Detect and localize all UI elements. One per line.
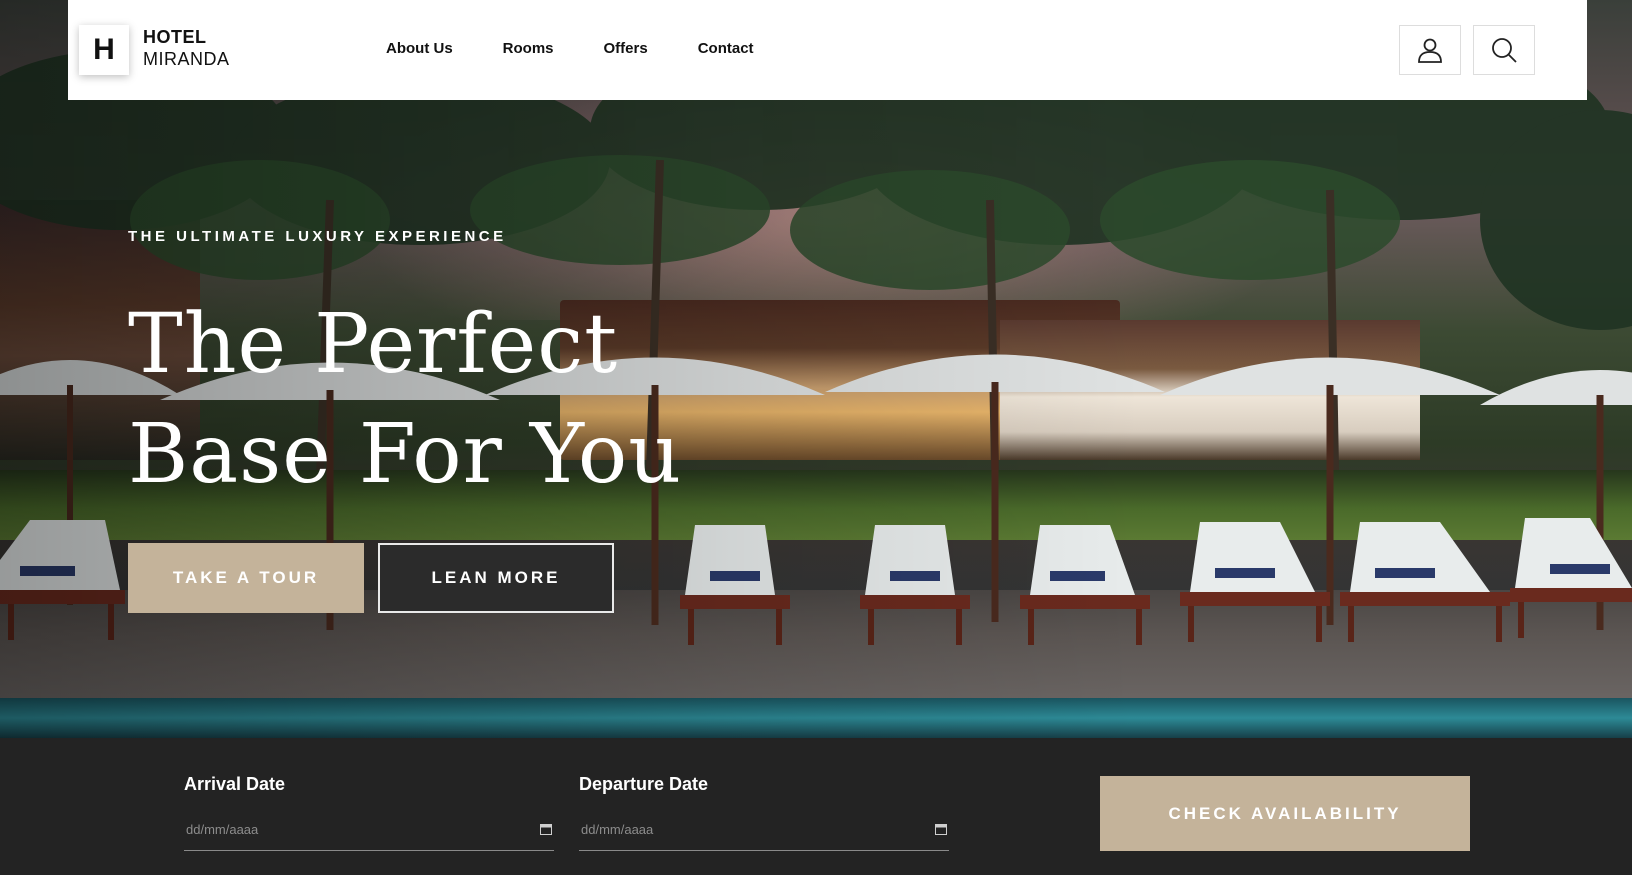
- nav-contact[interactable]: Contact: [698, 40, 754, 57]
- headline-line-2: Base For You: [128, 407, 683, 502]
- nav-rooms[interactable]: Rooms: [503, 40, 554, 57]
- departure-date-label: Departure Date: [579, 774, 709, 794]
- logo-line-1: HOTEL: [143, 27, 207, 47]
- main-nav: About Us Rooms Offers Contact: [386, 40, 804, 57]
- arrival-date-input[interactable]: dd/mm/aaaa: [184, 811, 554, 851]
- logo-mark[interactable]: H: [79, 25, 129, 75]
- hero-eyebrow: THE ULTIMATE LUXURY EXPERIENCE: [128, 228, 507, 245]
- headline-line-1: The Perfect: [128, 297, 619, 392]
- booking-bar: Arrival Date dd/mm/aaaa Departure Date d…: [0, 738, 1632, 875]
- departure-date-placeholder: dd/mm/aaaa: [581, 822, 654, 837]
- calendar-icon[interactable]: [540, 823, 552, 835]
- logo-line-2: MIRANDA: [143, 49, 230, 69]
- departure-date-field: Departure Date dd/mm/aaaa: [579, 774, 949, 851]
- arrival-date-placeholder: dd/mm/aaaa: [186, 822, 259, 837]
- search-icon: [1492, 38, 1517, 63]
- site-header: H HOTEL MIRANDA About Us Rooms Offers Co…: [68, 0, 1587, 100]
- arrival-date-label: Arrival Date: [184, 774, 286, 794]
- account-button[interactable]: [1399, 25, 1461, 75]
- calendar-icon[interactable]: [935, 823, 947, 835]
- learn-more-button[interactable]: LEAN MORE: [378, 543, 614, 613]
- logo-text[interactable]: HOTEL MIRANDA: [143, 26, 230, 70]
- nav-about-us[interactable]: About Us: [386, 40, 453, 57]
- take-a-tour-button[interactable]: TAKE A TOUR: [128, 543, 364, 613]
- user-icon: [1418, 38, 1442, 63]
- hero-headline: The Perfect Base For You: [128, 290, 682, 510]
- nav-offers[interactable]: Offers: [604, 40, 648, 57]
- hero-section: THE ULTIMATE LUXURY EXPERIENCE The Perfe…: [0, 0, 1632, 738]
- arrival-date-field: Arrival Date dd/mm/aaaa: [184, 774, 554, 851]
- search-button[interactable]: [1473, 25, 1535, 75]
- departure-date-input[interactable]: dd/mm/aaaa: [579, 811, 949, 851]
- check-availability-button[interactable]: CHECK AVAILABILITY: [1100, 776, 1470, 851]
